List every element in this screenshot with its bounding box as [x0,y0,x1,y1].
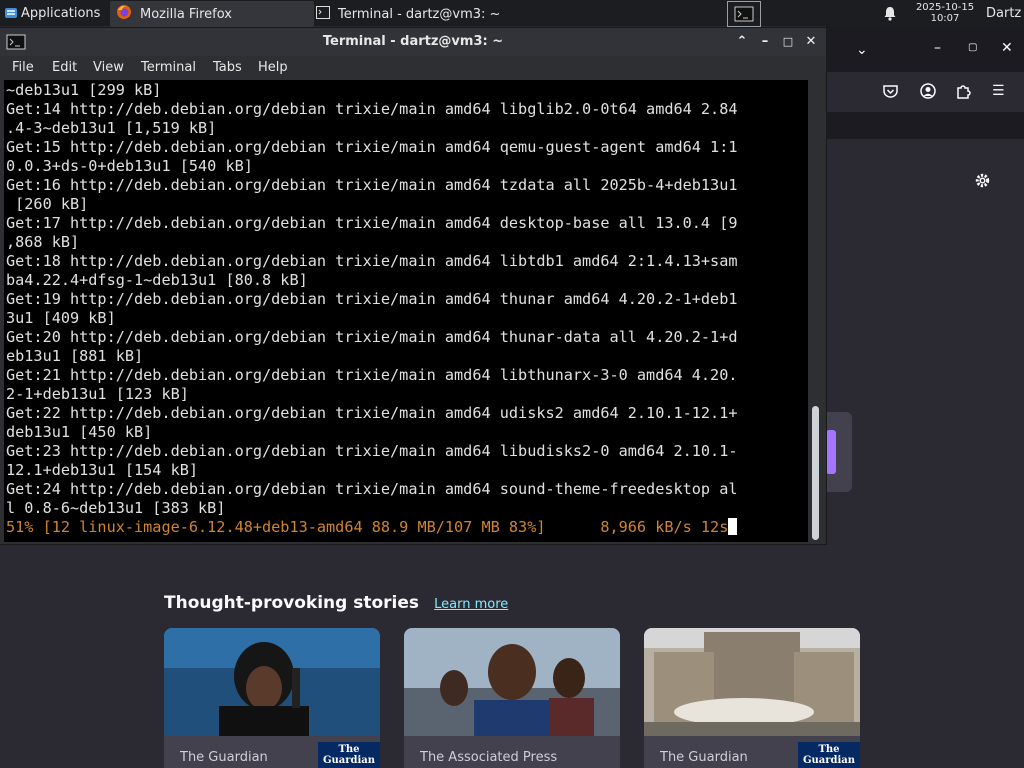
account-icon[interactable] [920,83,936,103]
story-source: The Guardian [180,750,268,765]
guardian-badge: The Guardian [318,742,380,768]
extensions-icon[interactable] [956,83,971,103]
terminal-line: 3u1 [409 kB] [6,309,116,327]
menu-terminal[interactable]: Terminal [141,60,196,75]
story-card[interactable]: The Guardian The Guardian [164,628,380,768]
firefox-strip [826,112,1024,139]
terminal-line: Get:19 http://deb.debian.org/debian trix… [6,290,738,308]
terminal-line: .4-3~deb13u1 [1,519 kB] [6,119,217,137]
story-image [164,628,380,736]
firefox-toolbar: ☰ [826,72,1024,112]
terminal-menubar: File Edit View Terminal Tabs Help [0,56,826,80]
terminal-line: Get:14 http://deb.debian.org/debian trix… [6,100,738,118]
minimize-icon[interactable]: – [757,34,773,50]
taskbar-terminal-label: Terminal - dartz@vm3: ~ [338,6,501,22]
clock-date: 2025-10-15 [915,2,975,13]
terminal-line: 12.1+deb13u1 [154 kB] [6,461,199,479]
settings-gear-icon[interactable] [974,172,991,193]
story-card[interactable]: The Associated Press [404,628,620,768]
learn-more-link[interactable]: Learn more [434,597,508,612]
terminal-launcher-icon[interactable] [727,1,761,27]
terminal-line: eb13u1 [881 kB] [6,347,144,365]
maximize-icon[interactable]: □ [780,34,796,50]
terminal-line: 0.0.3+ds-0+deb13u1 [540 kB] [6,157,253,175]
story-image [644,628,860,736]
top-panel: Applications Mozilla Firefox Terminal - … [0,0,1024,27]
sidebar-tab[interactable] [822,412,852,492]
chevron-down-icon[interactable]: ⌄ [856,42,868,58]
terminal-line: Get:16 http://deb.debian.org/debian trix… [6,176,738,194]
terminal-line: Get:17 http://deb.debian.org/debian trix… [6,214,738,232]
menu-edit[interactable]: Edit [52,60,77,75]
close-icon[interactable]: ✕ [803,34,819,50]
progress-line: 51% [12 linux-image-6.12.48+deb13-amd64 … [6,518,738,537]
firefox-tabbar: ⌄ – ▢ ✕ [826,26,1024,72]
stories-header: Thought-provoking stories Learn more [164,593,508,613]
applications-label: Applications [21,5,101,21]
maximize-icon[interactable]: ▢ [968,40,977,56]
terminal-window[interactable]: Terminal - dartz@vm3: ~ ⌃ – □ ✕ File Edi… [0,28,826,544]
story-source: The Guardian [660,750,748,765]
terminal-line: Get:21 http://deb.debian.org/debian trix… [6,366,738,384]
taskbar-terminal[interactable]: Terminal - dartz@vm3: ~ [308,1,516,27]
menu-help[interactable]: Help [258,60,288,75]
terminal-output[interactable]: ~deb13u1 [299 kB] Get:14 http://deb.debia… [4,80,808,542]
text-cursor [728,518,738,535]
notification-bell-icon[interactable] [882,0,898,26]
story-card[interactable]: The Guardian The Guardian [644,628,860,768]
menu-view[interactable]: View [93,60,124,75]
menu-file[interactable]: File [12,60,34,75]
terminal-titlebar[interactable]: Terminal - dartz@vm3: ~ ⌃ – □ ✕ [0,28,826,56]
shade-icon[interactable]: ⌃ [734,34,750,50]
terminal-line: ~deb13u1 [299 kB] [6,81,162,99]
terminal-lines: ~deb13u1 [299 kB] Get:14 http://deb.debia… [6,81,738,537]
terminal-line: Get:22 http://deb.debian.org/debian trix… [6,404,738,422]
terminal-line: ba4.22.4+dfsg-1~deb13u1 [80.8 kB] [6,271,308,289]
terminal-line: l 0.8-6~deb13u1 [383 kB] [6,499,226,517]
sidebar-tab-accent [826,430,836,474]
clock[interactable]: 2025-10-15 10:07 [910,0,980,26]
stories-title: Thought-provoking stories [164,593,420,613]
terminal-line: Get:18 http://deb.debian.org/debian trix… [6,252,738,270]
menu-hamburger-icon[interactable]: ☰ [992,83,1005,99]
terminal-line: Get:20 http://deb.debian.org/debian trix… [6,328,738,346]
terminal-line: [260 kB] [6,195,89,213]
firefox-icon [116,4,132,24]
progress-text: 51% [12 linux-image-6.12.48+deb13-amd64 … [6,518,729,536]
taskbar-firefox[interactable]: Mozilla Firefox [110,1,314,27]
pocket-icon[interactable] [883,84,898,102]
terminal-line: Get:23 http://deb.debian.org/debian trix… [6,442,738,460]
clock-time: 10:07 [930,13,960,24]
story-image [404,628,620,736]
menu-tabs[interactable]: Tabs [213,60,242,75]
xfce-logo-icon [4,6,18,20]
terminal-line: Get:24 http://deb.debian.org/debian trix… [6,480,738,498]
terminal-line: 2-1+deb13u1 [123 kB] [6,385,189,403]
scrollbar-thumb[interactable] [812,406,819,540]
terminal-line: deb13u1 [450 kB] [6,423,153,441]
minimize-icon[interactable]: – [934,40,941,56]
applications-menu[interactable]: Applications [0,0,112,26]
terminal-line: ,868 kB] [6,233,80,251]
taskbar-firefox-label: Mozilla Firefox [140,6,232,22]
user-menu[interactable]: Dartz [986,0,1024,26]
terminal-line: Get:15 http://deb.debian.org/debian trix… [6,138,738,156]
terminal-scrollbar[interactable] [810,80,824,542]
terminal-title: Terminal - dartz@vm3: ~ [322,34,504,49]
story-source: The Associated Press [420,750,558,765]
guardian-badge: The Guardian [798,742,860,768]
close-icon[interactable]: ✕ [1001,40,1013,56]
terminal-icon [316,5,330,23]
